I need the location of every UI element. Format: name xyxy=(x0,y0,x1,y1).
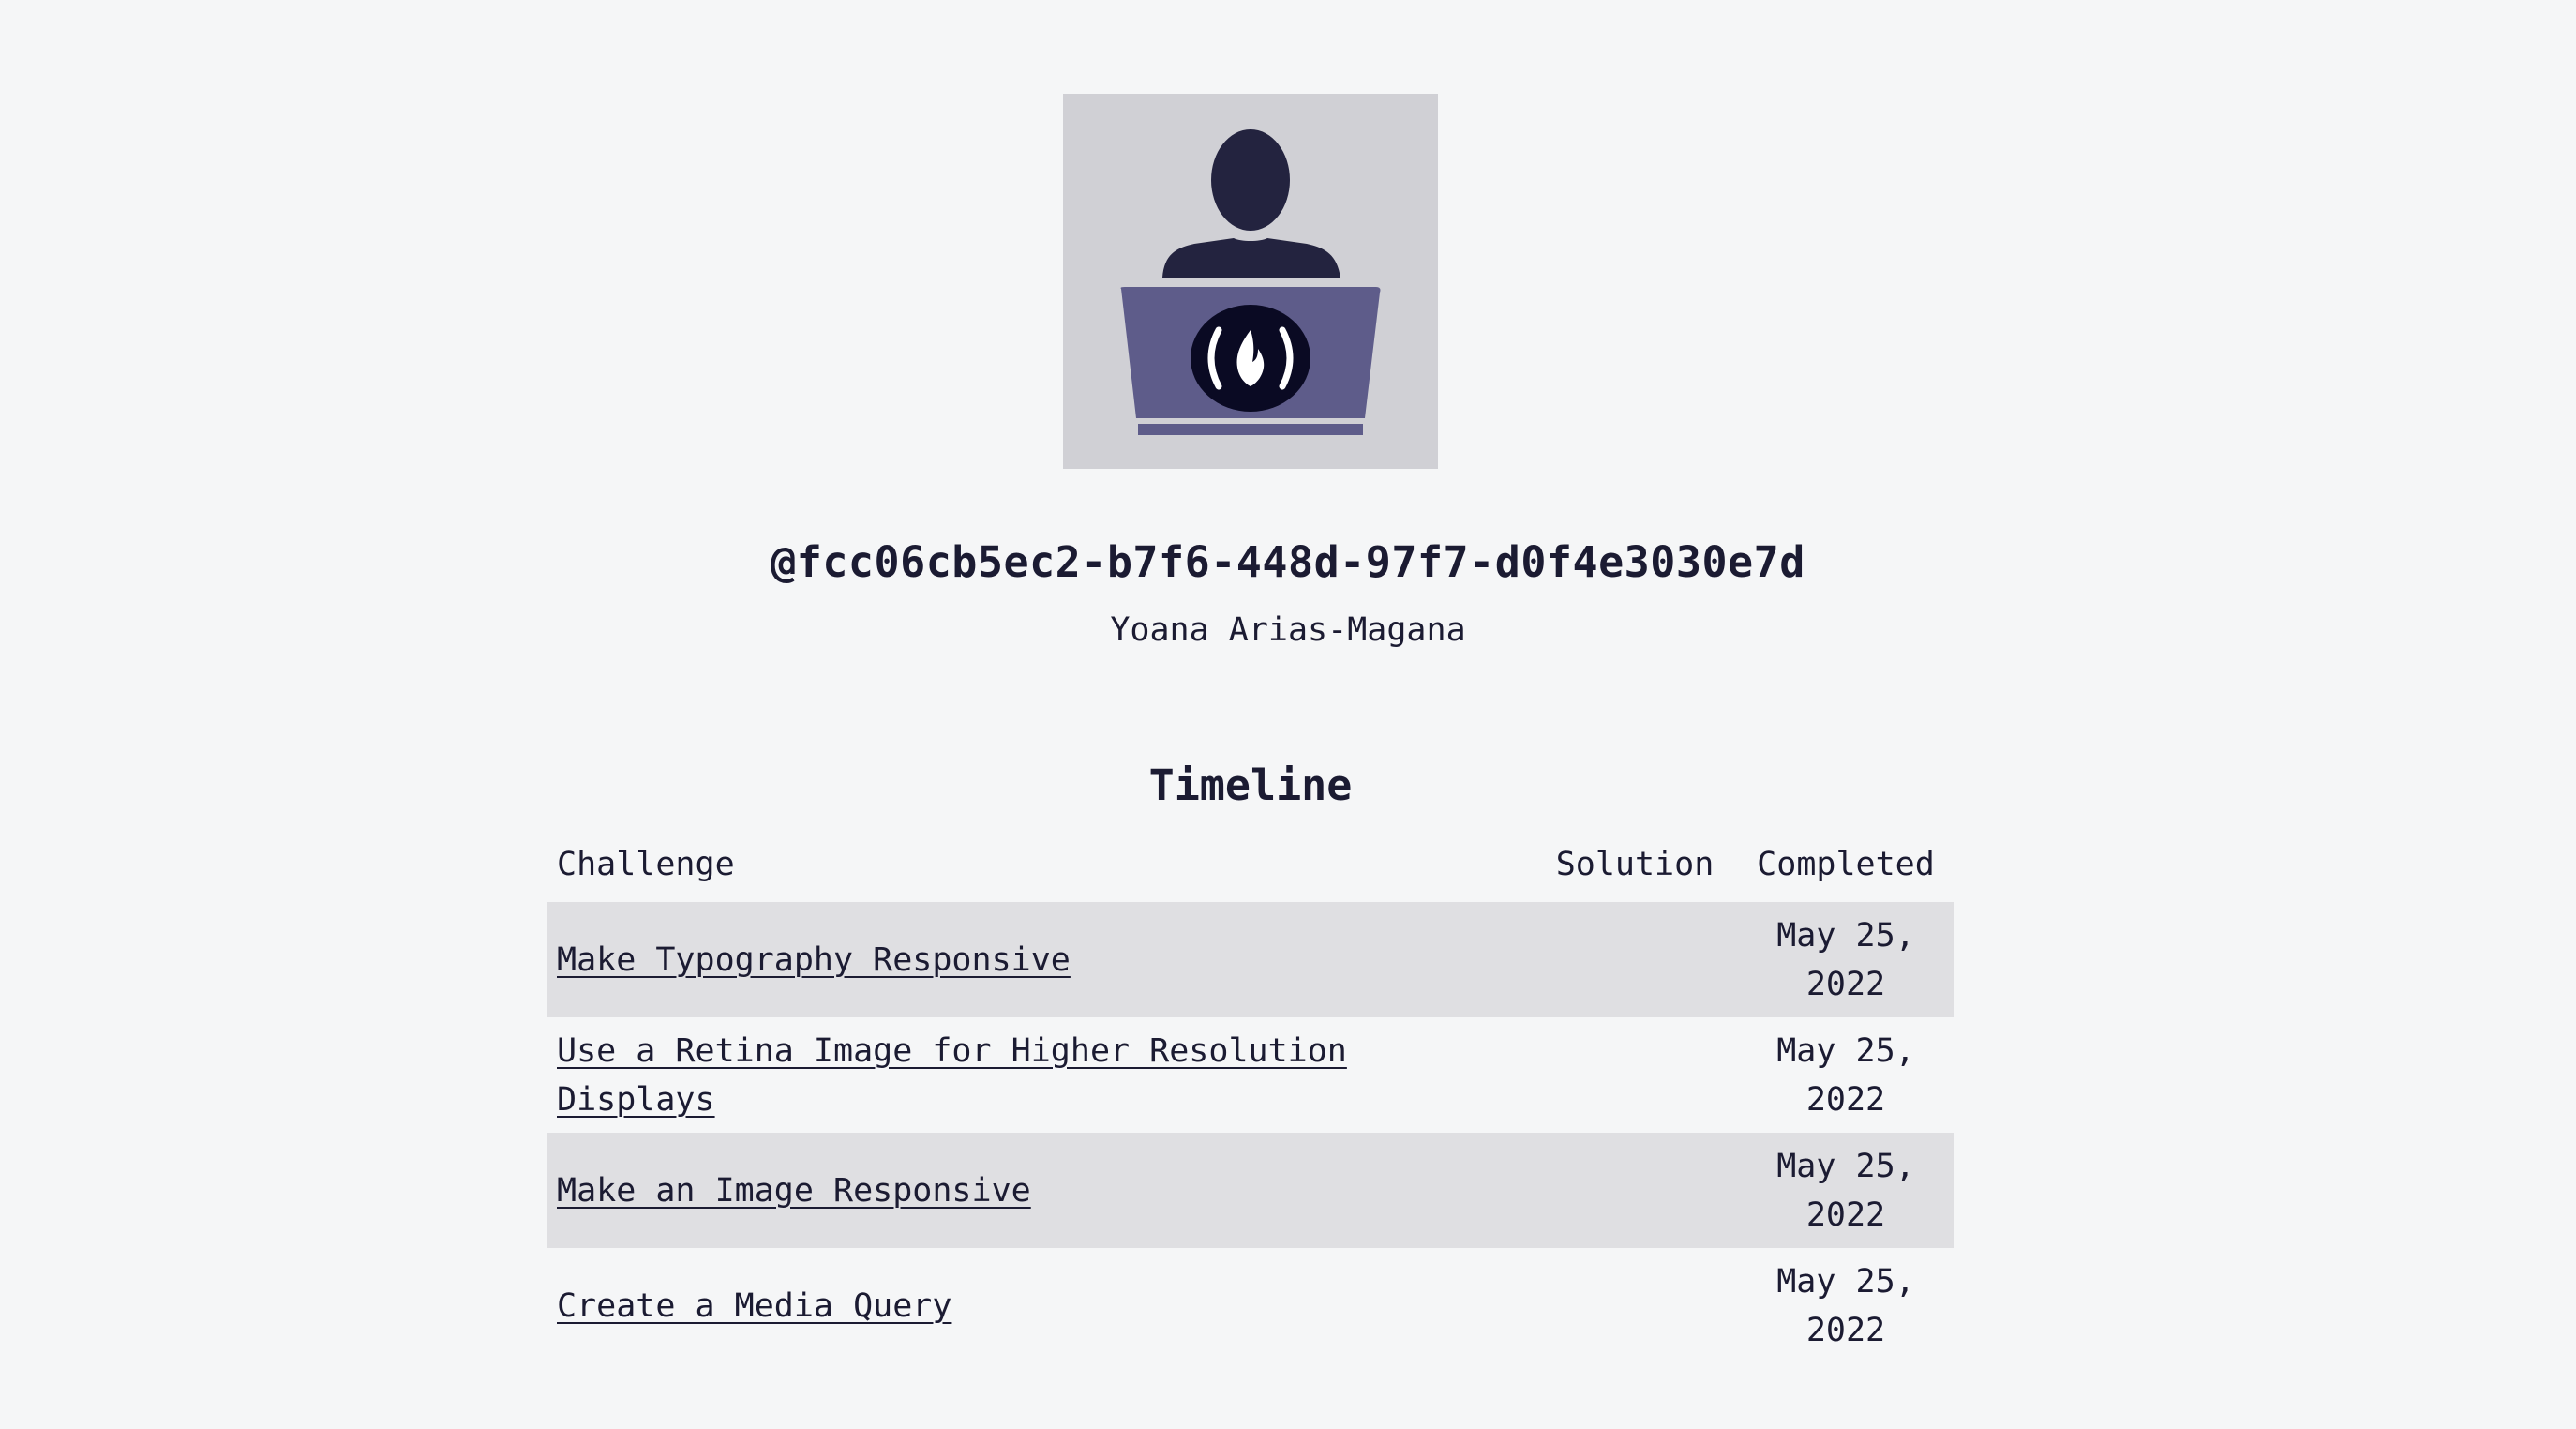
completed-date-line2: 2022 xyxy=(1805,1080,1886,1119)
challenge-cell: Make Typography Responsive xyxy=(547,902,1532,1017)
full-name: Yoana Arias-Magana xyxy=(1110,611,1466,649)
timeline-row: Use a Retina Image for Higher Resolution… xyxy=(547,1017,1954,1133)
challenge-link[interactable]: Use a Retina Image for Higher Resolution… xyxy=(557,1032,1347,1119)
completed-date-line1: May 25, xyxy=(1776,1031,1915,1070)
completed-date-cell: May 25, 2022 xyxy=(1738,1133,1954,1248)
solution-cell xyxy=(1532,902,1738,1017)
challenge-link[interactable]: Make an Image Responsive xyxy=(557,1172,1031,1210)
solution-cell xyxy=(1532,1133,1738,1248)
timeline-heading-text: Timeline xyxy=(1148,760,1353,810)
timeline-row: Create a Media Query May 25, 2022 xyxy=(547,1248,1954,1363)
solution-cell xyxy=(1532,1248,1738,1363)
challenge-cell: Create a Media Query xyxy=(547,1248,1532,1363)
camper-avatar-icon xyxy=(1063,94,1438,469)
completed-date-cell: May 25, 2022 xyxy=(1738,902,1954,1017)
completed-date-cell: May 25, 2022 xyxy=(1738,1017,1954,1133)
solution-cell xyxy=(1532,1017,1738,1133)
profile-page: @fcc06cb5ec2-b7f6-448d-97f7-d0f4e3030e7d… xyxy=(0,0,2576,1429)
timeline-header-row: Challenge Solution Completed xyxy=(547,836,1954,902)
timeline-table: Challenge Solution Completed Make Typogr… xyxy=(547,836,1954,1363)
timeline-row: Make an Image Responsive May 25, 2022 xyxy=(547,1133,1954,1248)
challenge-cell: Use a Retina Image for Higher Resolution… xyxy=(547,1017,1532,1133)
column-header-challenge: Challenge xyxy=(557,846,735,883)
completed-date-line1: May 25, xyxy=(1776,916,1915,955)
username-heading: @fcc06cb5ec2-b7f6-448d-97f7-d0f4e3030e7d xyxy=(771,537,1805,587)
timeline-row: Make Typography Responsive May 25, 2022 xyxy=(547,902,1954,1017)
column-header-completed: Completed xyxy=(1757,846,1935,883)
completed-date-line2: 2022 xyxy=(1805,1311,1886,1349)
challenge-link[interactable]: Create a Media Query xyxy=(557,1287,951,1325)
completed-date-cell: May 25, 2022 xyxy=(1738,1248,1954,1363)
completed-date-line2: 2022 xyxy=(1805,965,1886,1003)
completed-date-line1: May 25, xyxy=(1776,1262,1915,1301)
timeline-heading: Timeline xyxy=(0,756,2501,816)
completed-date-line2: 2022 xyxy=(1805,1196,1886,1234)
column-header-solution: Solution xyxy=(1555,846,1715,883)
completed-date-line1: May 25, xyxy=(1776,1147,1915,1185)
challenge-cell: Make an Image Responsive xyxy=(547,1133,1532,1248)
challenge-link[interactable]: Make Typography Responsive xyxy=(557,941,1071,979)
